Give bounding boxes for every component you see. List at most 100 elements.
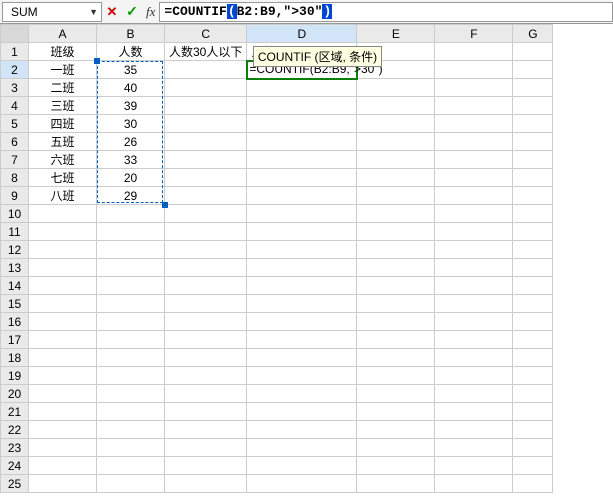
name-box-dropdown-icon[interactable]: ▼ xyxy=(89,7,98,17)
row-header-22[interactable]: 22 xyxy=(1,421,29,439)
cell-G21[interactable] xyxy=(513,403,553,421)
cell-D6[interactable] xyxy=(247,133,357,151)
row-header-23[interactable]: 23 xyxy=(1,439,29,457)
cell-G16[interactable] xyxy=(513,313,553,331)
row-header-6[interactable]: 6 xyxy=(1,133,29,151)
cell-E4[interactable] xyxy=(357,97,435,115)
row-header-17[interactable]: 17 xyxy=(1,331,29,349)
cell-E17[interactable] xyxy=(357,331,435,349)
row-header-16[interactable]: 16 xyxy=(1,313,29,331)
cell-D17[interactable] xyxy=(247,331,357,349)
cell-C10[interactable] xyxy=(165,205,247,223)
cell-F21[interactable] xyxy=(435,403,513,421)
cell-A2[interactable]: 一班 xyxy=(29,61,97,79)
cell-E15[interactable] xyxy=(357,295,435,313)
cell-D7[interactable] xyxy=(247,151,357,169)
cell-A10[interactable] xyxy=(29,205,97,223)
col-header-A[interactable]: A xyxy=(29,25,97,43)
cell-C18[interactable] xyxy=(165,349,247,367)
cell-E20[interactable] xyxy=(357,385,435,403)
cell-F25[interactable] xyxy=(435,475,513,493)
cell-F22[interactable] xyxy=(435,421,513,439)
cell-B24[interactable] xyxy=(97,457,165,475)
cell-C9[interactable] xyxy=(165,187,247,205)
cell-D25[interactable] xyxy=(247,475,357,493)
cell-C15[interactable] xyxy=(165,295,247,313)
cell-G24[interactable] xyxy=(513,457,553,475)
cell-F7[interactable] xyxy=(435,151,513,169)
cell-F3[interactable] xyxy=(435,79,513,97)
cell-C16[interactable] xyxy=(165,313,247,331)
col-header-F[interactable]: F xyxy=(435,25,513,43)
cell-E19[interactable] xyxy=(357,367,435,385)
cell-G25[interactable] xyxy=(513,475,553,493)
cell-C2[interactable] xyxy=(165,61,247,79)
grid-table[interactable]: A B C D E F G 1班级人数人数30人以下人数30人以上2一班35=C… xyxy=(0,24,553,493)
col-header-G[interactable]: G xyxy=(513,25,553,43)
cell-G4[interactable] xyxy=(513,97,553,115)
name-box[interactable]: SUM ▼ xyxy=(2,2,102,22)
cell-C12[interactable] xyxy=(165,241,247,259)
cell-G17[interactable] xyxy=(513,331,553,349)
cell-F2[interactable] xyxy=(435,61,513,79)
cell-B1[interactable]: 人数 xyxy=(97,43,165,61)
cell-D16[interactable] xyxy=(247,313,357,331)
cell-C19[interactable] xyxy=(165,367,247,385)
cell-B2[interactable]: 35 xyxy=(97,61,165,79)
row-header-14[interactable]: 14 xyxy=(1,277,29,295)
cell-F9[interactable] xyxy=(435,187,513,205)
cell-G10[interactable] xyxy=(513,205,553,223)
cell-B13[interactable] xyxy=(97,259,165,277)
cell-E11[interactable] xyxy=(357,223,435,241)
cell-B17[interactable] xyxy=(97,331,165,349)
cell-F5[interactable] xyxy=(435,115,513,133)
cell-D5[interactable] xyxy=(247,115,357,133)
cell-G18[interactable] xyxy=(513,349,553,367)
cell-D8[interactable] xyxy=(247,169,357,187)
cell-B3[interactable]: 40 xyxy=(97,79,165,97)
row-header-1[interactable]: 1 xyxy=(1,43,29,61)
cell-B11[interactable] xyxy=(97,223,165,241)
cell-D12[interactable] xyxy=(247,241,357,259)
cell-D3[interactable] xyxy=(247,79,357,97)
cell-E16[interactable] xyxy=(357,313,435,331)
cell-A18[interactable] xyxy=(29,349,97,367)
cell-E7[interactable] xyxy=(357,151,435,169)
row-header-10[interactable]: 10 xyxy=(1,205,29,223)
cell-C4[interactable] xyxy=(165,97,247,115)
cell-C23[interactable] xyxy=(165,439,247,457)
cell-B22[interactable] xyxy=(97,421,165,439)
cell-F8[interactable] xyxy=(435,169,513,187)
cell-F19[interactable] xyxy=(435,367,513,385)
col-header-B[interactable]: B xyxy=(97,25,165,43)
cell-E3[interactable] xyxy=(357,79,435,97)
row-header-13[interactable]: 13 xyxy=(1,259,29,277)
cell-A12[interactable] xyxy=(29,241,97,259)
cell-F1[interactable] xyxy=(435,43,513,61)
cell-G12[interactable] xyxy=(513,241,553,259)
row-header-2[interactable]: 2 xyxy=(1,61,29,79)
cell-A16[interactable] xyxy=(29,313,97,331)
cell-F12[interactable] xyxy=(435,241,513,259)
cell-C5[interactable] xyxy=(165,115,247,133)
cell-E18[interactable] xyxy=(357,349,435,367)
cell-E8[interactable] xyxy=(357,169,435,187)
row-header-21[interactable]: 21 xyxy=(1,403,29,421)
cell-D15[interactable] xyxy=(247,295,357,313)
cell-E23[interactable] xyxy=(357,439,435,457)
cell-C21[interactable] xyxy=(165,403,247,421)
cell-G8[interactable] xyxy=(513,169,553,187)
cell-C6[interactable] xyxy=(165,133,247,151)
cell-D4[interactable] xyxy=(247,97,357,115)
fx-icon[interactable]: fx xyxy=(146,4,155,20)
cell-B6[interactable]: 26 xyxy=(97,133,165,151)
cell-A7[interactable]: 六班 xyxy=(29,151,97,169)
cell-E9[interactable] xyxy=(357,187,435,205)
accept-button[interactable]: ✓ xyxy=(122,2,142,22)
cell-C1[interactable]: 人数30人以下 xyxy=(165,43,247,61)
cell-F15[interactable] xyxy=(435,295,513,313)
cell-G20[interactable] xyxy=(513,385,553,403)
cell-G2[interactable] xyxy=(513,61,553,79)
cell-C11[interactable] xyxy=(165,223,247,241)
cell-A8[interactable]: 七班 xyxy=(29,169,97,187)
